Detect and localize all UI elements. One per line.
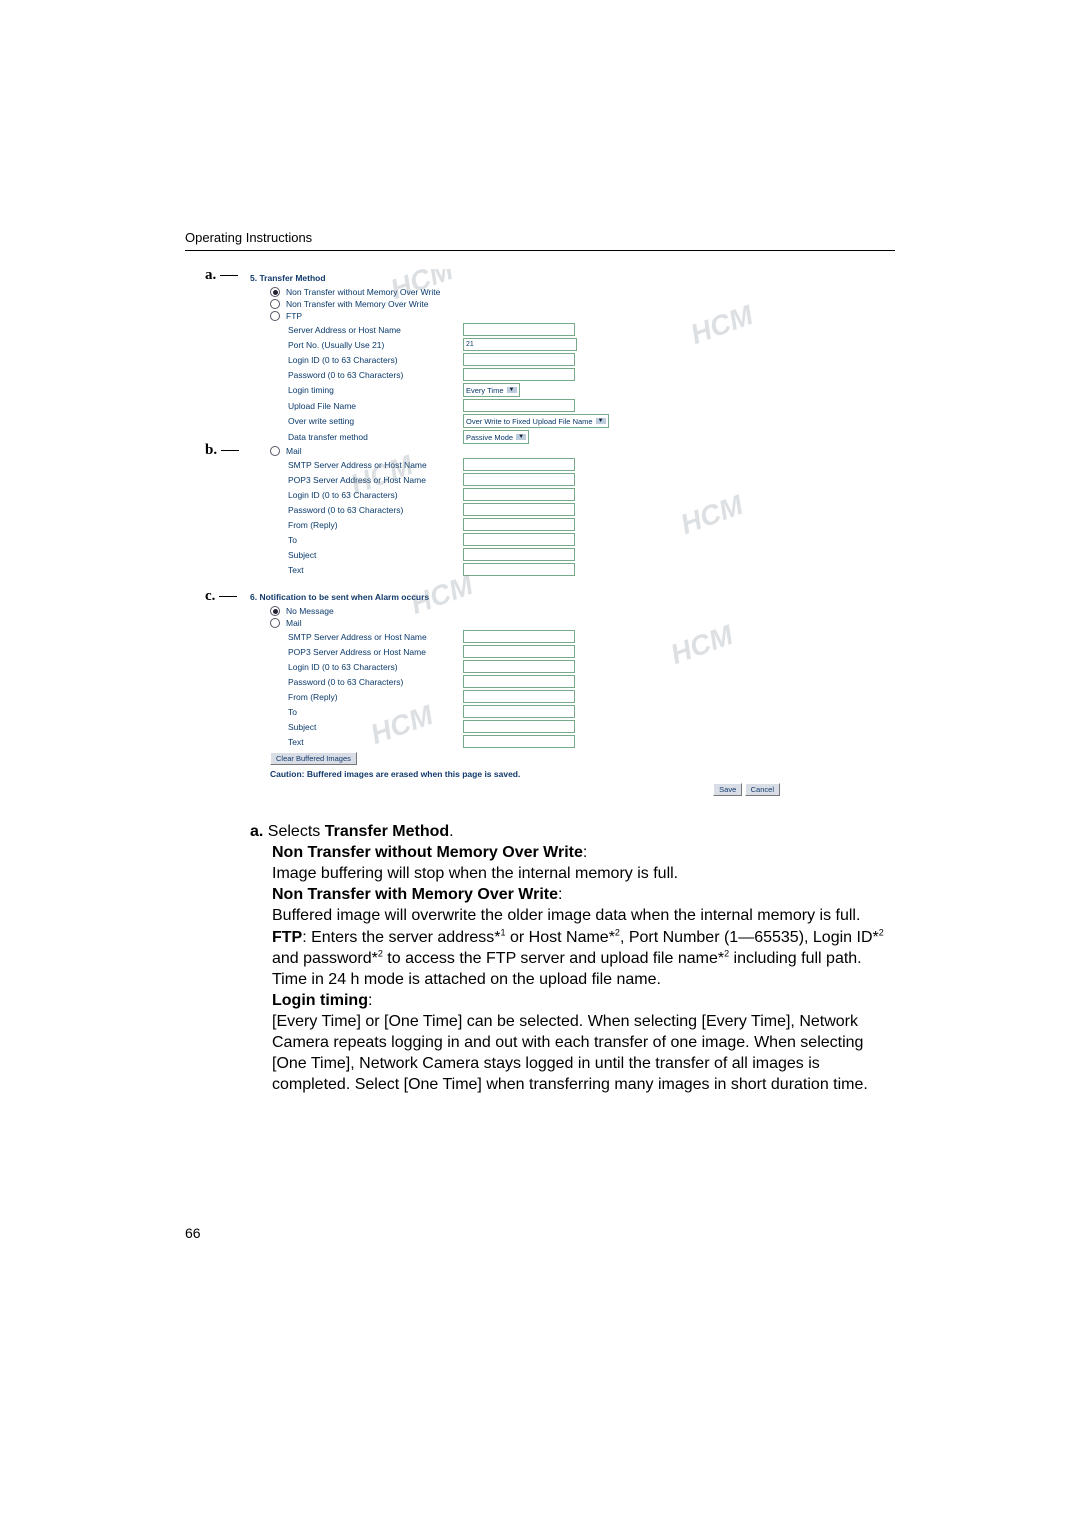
- ftp-pass-label: Password (0 to 63 Characters): [288, 370, 463, 380]
- radio-nontransfer-with[interactable]: Non Transfer with Memory Over Write: [270, 299, 810, 309]
- mail2-pop3-input[interactable]: [463, 645, 575, 658]
- ftp-upfile-label: Upload File Name: [288, 401, 463, 411]
- mail-pop3-input[interactable]: [463, 473, 575, 486]
- mail2-subject-input[interactable]: [463, 720, 575, 733]
- mail-subject-input[interactable]: [463, 548, 575, 561]
- mail-from-label: From (Reply): [288, 520, 463, 530]
- mail2-login-input[interactable]: [463, 660, 575, 673]
- ftp-upfile-input[interactable]: [463, 399, 575, 412]
- mail-subject-label: Subject: [288, 550, 463, 560]
- section5-title: 5. Transfer Method: [250, 273, 810, 283]
- ftp-timing-select[interactable]: Every Time▼: [463, 383, 520, 397]
- mail-smtp-input[interactable]: [463, 458, 575, 471]
- body-text: a. Selects Transfer Method. Non Transfer…: [250, 821, 895, 1095]
- ftp-login-input[interactable]: [463, 353, 575, 366]
- mail-login-label: Login ID (0 to 63 Characters): [288, 490, 463, 500]
- mail-text-input[interactable]: [463, 563, 575, 576]
- page-number: 66: [185, 1225, 895, 1241]
- mail2-pass-label: Password (0 to 63 Characters): [288, 677, 463, 687]
- ftp-overwrite-select[interactable]: Over Write to Fixed Upload File Name▼: [463, 414, 609, 428]
- mail-pass-label: Password (0 to 63 Characters): [288, 505, 463, 515]
- ftp-timing-label: Login timing: [288, 385, 463, 395]
- mail-login-input[interactable]: [463, 488, 575, 501]
- radio-nontransfer-without[interactable]: Non Transfer without Memory Over Write: [270, 287, 810, 297]
- section6-title: 6. Notification to be sent when Alarm oc…: [250, 592, 810, 602]
- mail2-to-input[interactable]: [463, 705, 575, 718]
- page-header: Operating Instructions: [185, 230, 895, 251]
- mail2-smtp-label: SMTP Server Address or Host Name: [288, 632, 463, 642]
- mail2-pass-input[interactable]: [463, 675, 575, 688]
- ftp-port-label: Port No. (Usually Use 21): [288, 340, 463, 350]
- ftp-server-input[interactable]: [463, 323, 575, 336]
- ftp-method-select[interactable]: Passive Mode▼: [463, 430, 529, 444]
- mail2-text-label: Text: [288, 737, 463, 747]
- radio-ftp[interactable]: FTP: [270, 311, 810, 321]
- screenshot-figure: a. HCM HCM HCM HCM HCM HCM HCM 5. Transf…: [250, 269, 895, 796]
- mail2-login-label: Login ID (0 to 63 Characters): [288, 662, 463, 672]
- save-button[interactable]: Save: [713, 783, 742, 796]
- mail2-text-input[interactable]: [463, 735, 575, 748]
- mail2-to-label: To: [288, 707, 463, 717]
- mail-to-label: To: [288, 535, 463, 545]
- mail2-from-input[interactable]: [463, 690, 575, 703]
- mail-smtp-label: SMTP Server Address or Host Name: [288, 460, 463, 470]
- ftp-port-input[interactable]: 21: [463, 338, 577, 351]
- radio-nomessage[interactable]: No Message: [270, 606, 810, 616]
- mail2-pop3-label: POP3 Server Address or Host Name: [288, 647, 463, 657]
- ftp-server-label: Server Address or Host Name: [288, 325, 463, 335]
- mail-to-input[interactable]: [463, 533, 575, 546]
- clear-buffered-button[interactable]: Clear Buffered Images: [270, 752, 357, 765]
- radio-mail2[interactable]: Mail: [270, 618, 810, 628]
- callout-b: b.: [205, 442, 239, 459]
- ftp-method-label: Data transfer method: [288, 432, 463, 442]
- mail2-from-label: From (Reply): [288, 692, 463, 702]
- mail-text-label: Text: [288, 565, 463, 575]
- mail-from-input[interactable]: [463, 518, 575, 531]
- ftp-overwrite-label: Over write setting: [288, 416, 463, 426]
- caution-text: Caution: Buffered images are erased when…: [270, 769, 810, 779]
- mail2-subject-label: Subject: [288, 722, 463, 732]
- ftp-pass-input[interactable]: [463, 368, 575, 381]
- radio-mail[interactable]: Mail: [270, 446, 810, 456]
- callout-c: c.: [205, 588, 237, 605]
- cancel-button[interactable]: Cancel: [745, 783, 780, 796]
- callout-a: a.: [205, 267, 238, 284]
- mail2-smtp-input[interactable]: [463, 630, 575, 643]
- ftp-login-label: Login ID (0 to 63 Characters): [288, 355, 463, 365]
- mail-pop3-label: POP3 Server Address or Host Name: [288, 475, 463, 485]
- mail-pass-input[interactable]: [463, 503, 575, 516]
